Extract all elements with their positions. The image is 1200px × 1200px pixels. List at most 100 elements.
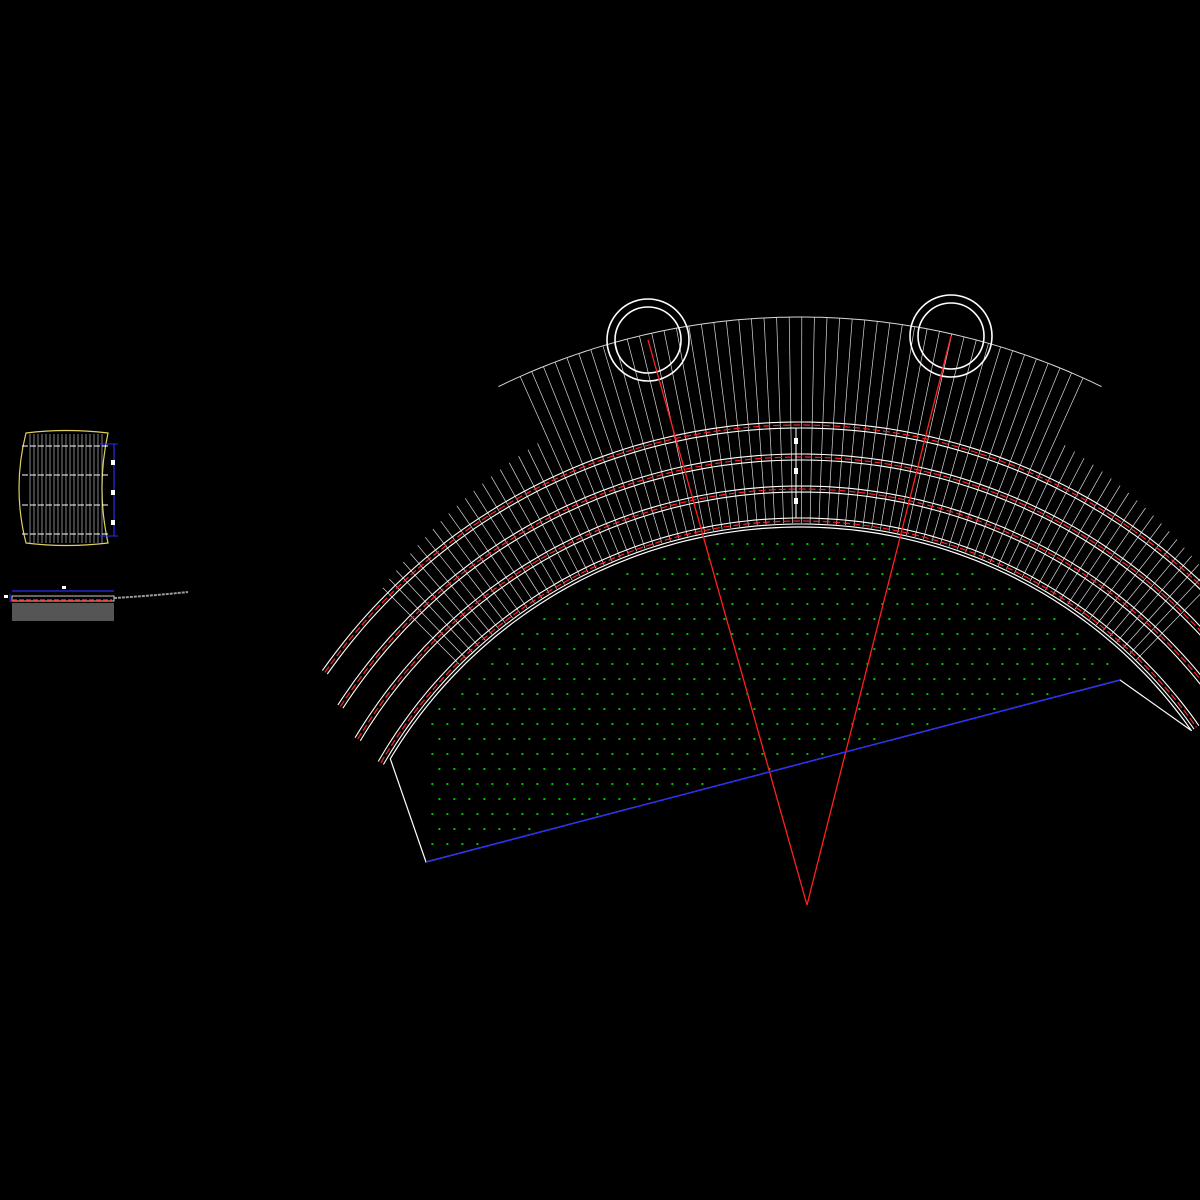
lawn-dot — [896, 603, 899, 605]
lawn-dot — [1076, 663, 1079, 665]
lawn-dot — [903, 648, 906, 650]
lawn-dot — [933, 708, 936, 710]
lawn-dot — [731, 543, 734, 545]
lawn-dot — [896, 663, 899, 665]
lawn-dot — [678, 588, 681, 590]
lawn-dot — [1068, 678, 1071, 680]
lawn-dot — [491, 723, 494, 725]
lawn-dot — [498, 828, 501, 830]
lawn-dot — [918, 678, 921, 680]
lawn-dot — [993, 618, 996, 620]
lawn-dot — [506, 663, 509, 665]
lawn-dot — [978, 648, 981, 650]
lawn-dot — [701, 603, 704, 605]
lawn-dot — [933, 678, 936, 680]
lawn-dot — [716, 543, 719, 545]
lawn-dot — [896, 693, 899, 695]
lawn-dot — [573, 738, 576, 740]
lawn-dot — [618, 648, 621, 650]
lawn-dot — [596, 723, 599, 725]
lawn-dot — [701, 663, 704, 665]
lawn-dot — [611, 663, 614, 665]
lawn-dot — [836, 723, 839, 725]
lawn-dot — [1031, 663, 1034, 665]
lawn-dot — [536, 813, 539, 815]
lawn-dot — [1031, 693, 1034, 695]
lawn-dot — [498, 648, 501, 650]
lawn-dot — [521, 753, 524, 755]
lawn-dot — [641, 723, 644, 725]
lawn-dot — [881, 573, 884, 575]
lawn-dot — [483, 708, 486, 710]
lawn-dot — [611, 633, 614, 635]
lawn-dot — [843, 588, 846, 590]
lawn-dot — [746, 603, 749, 605]
lawn-dot — [693, 708, 696, 710]
lawn-dot — [1098, 648, 1101, 650]
lawn-dot — [626, 573, 629, 575]
lawn-dot — [588, 738, 591, 740]
lawn-dot — [618, 738, 621, 740]
lawn-dot — [956, 633, 959, 635]
lawn-dot — [671, 633, 674, 635]
lawn-dot — [461, 693, 464, 695]
lawn-dot — [1061, 633, 1064, 635]
lawn-dot — [843, 678, 846, 680]
lawn-dot — [1053, 648, 1056, 650]
lawn-dot — [513, 678, 516, 680]
lawn-dot — [581, 783, 584, 785]
lawn-dot — [753, 678, 756, 680]
lawn-dot — [461, 843, 464, 845]
lawn-dot — [888, 648, 891, 650]
lawn-dot — [858, 618, 861, 620]
lawn-dot — [813, 708, 816, 710]
lawn-dot — [573, 648, 576, 650]
lawn-dot — [558, 738, 561, 740]
lawn-dot — [821, 723, 824, 725]
lawn-dot — [783, 558, 786, 560]
lawn-dot — [551, 723, 554, 725]
lawn-dot — [993, 588, 996, 590]
lawn-dot — [948, 618, 951, 620]
lawn-dot — [978, 678, 981, 680]
lawn-dot — [701, 753, 704, 755]
lawn-dot — [873, 588, 876, 590]
lawn-dot — [776, 663, 779, 665]
lawn-dot — [708, 678, 711, 680]
lawn-dot — [1106, 663, 1109, 665]
lawn-dot — [941, 693, 944, 695]
lawn-dot — [753, 618, 756, 620]
lawn-dot — [731, 753, 734, 755]
lawn-dot — [468, 738, 471, 740]
lawn-dot — [813, 588, 816, 590]
lawn-dot — [566, 753, 569, 755]
lawn-dot — [851, 603, 854, 605]
lawn-dot — [746, 723, 749, 725]
lawn-dot — [513, 648, 516, 650]
lawn-dot — [1031, 603, 1034, 605]
lawn-dot — [453, 798, 456, 800]
lawn-dot — [911, 603, 914, 605]
lawn-dot — [1008, 618, 1011, 620]
lawn-dot — [521, 633, 524, 635]
lawn-dot — [978, 618, 981, 620]
lawn-dot — [596, 633, 599, 635]
lawn-dot — [566, 783, 569, 785]
lawn-dot — [686, 723, 689, 725]
lawn-dot — [933, 648, 936, 650]
lawn-dot — [941, 603, 944, 605]
lawn-dot — [446, 753, 449, 755]
lawn-dot — [843, 738, 846, 740]
lawn-dot — [708, 648, 711, 650]
lawn-dot — [836, 573, 839, 575]
lawn-dot — [566, 723, 569, 725]
lawn-dot — [663, 648, 666, 650]
lawn-dot — [791, 603, 794, 605]
lawn-dot — [866, 693, 869, 695]
lawn-dot — [926, 723, 929, 725]
lawn-dot — [626, 603, 629, 605]
lawn-dot — [573, 618, 576, 620]
lawn-dot — [798, 618, 801, 620]
lawn-dot — [888, 588, 891, 590]
lawn-dot — [746, 573, 749, 575]
